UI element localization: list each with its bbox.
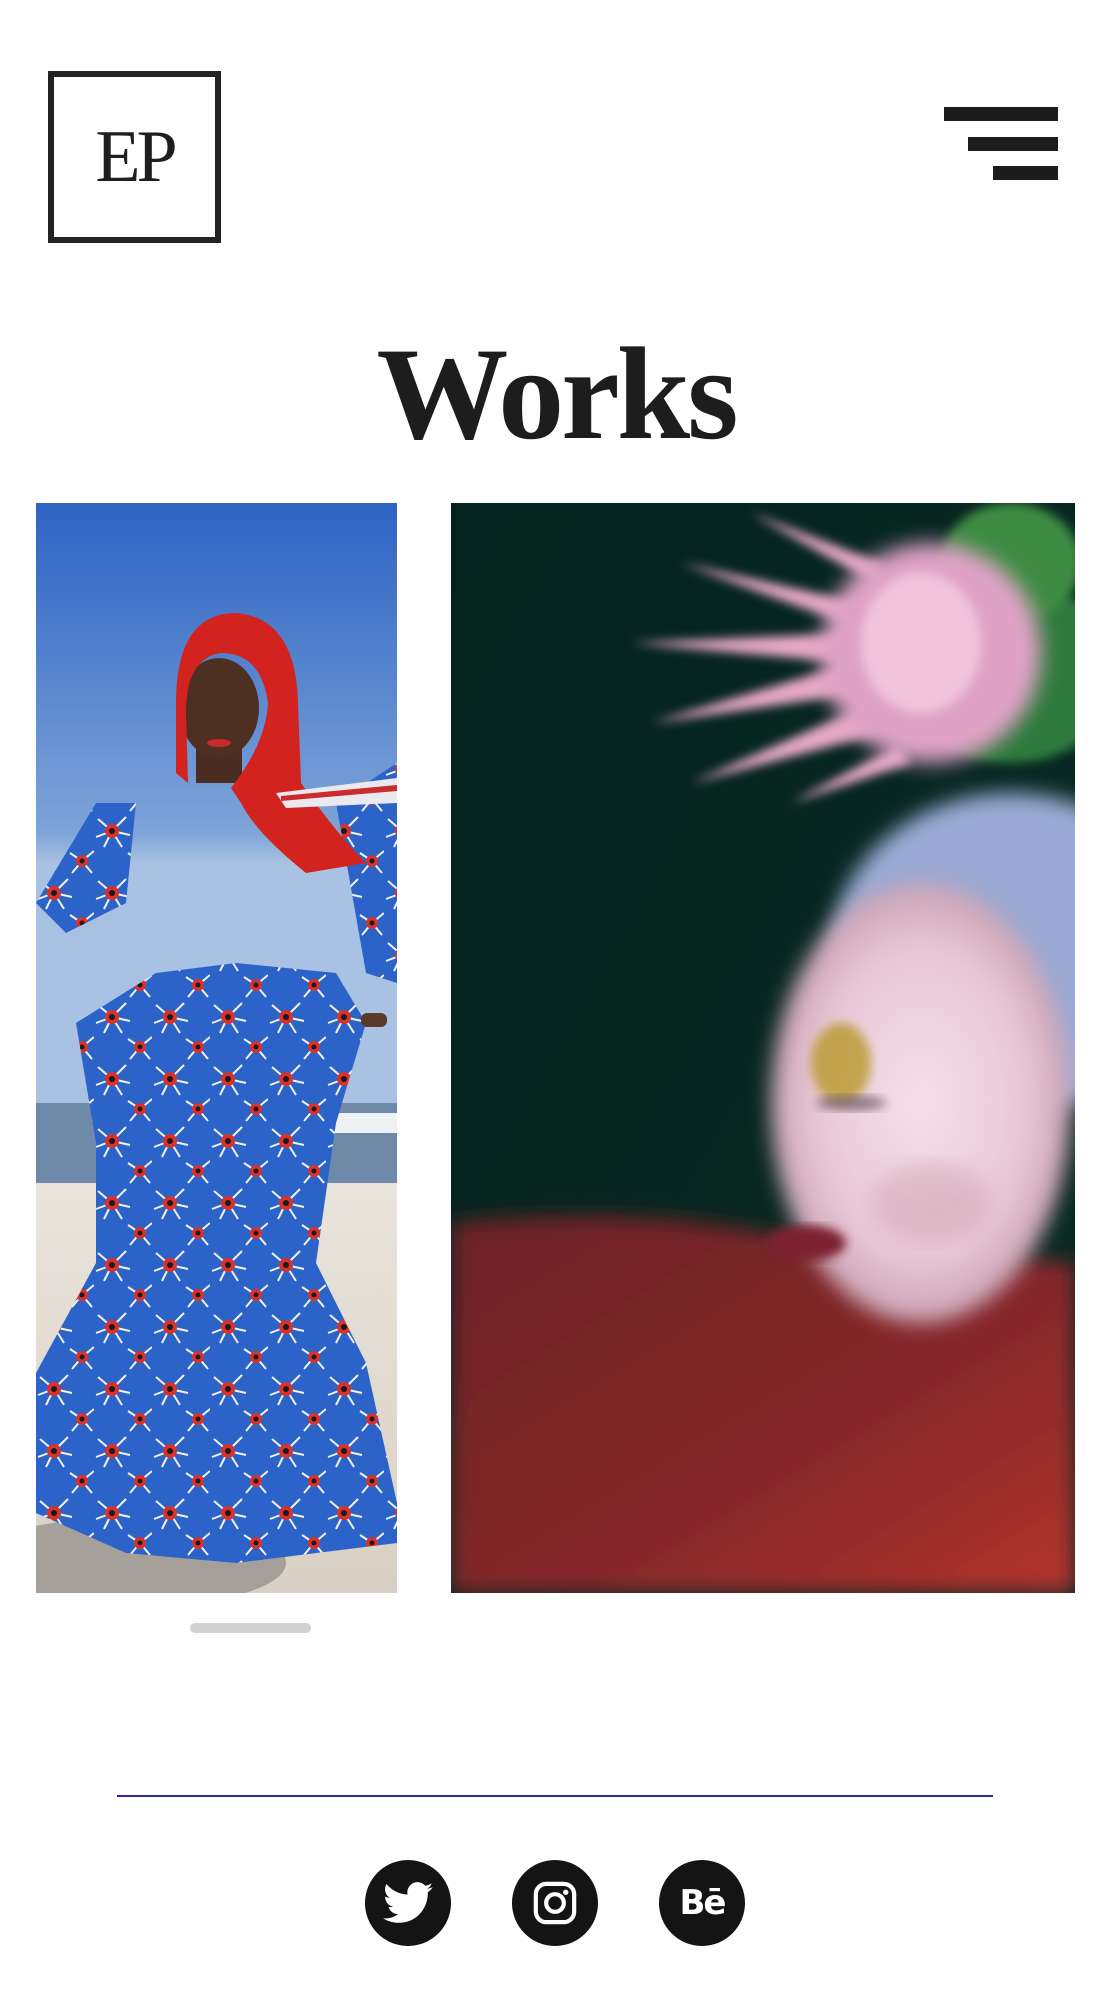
- work-image-flower-portrait[interactable]: [451, 503, 1075, 1593]
- hamburger-menu-icon[interactable]: [940, 103, 1058, 185]
- menu-bar: [993, 166, 1058, 180]
- twitter-icon: [383, 1882, 433, 1923]
- flower-portrait-photo: [451, 503, 1075, 1593]
- instagram-icon: [533, 1881, 577, 1925]
- work-image-fashion-beach[interactable]: [36, 503, 397, 1593]
- twitter-link[interactable]: [365, 1860, 451, 1946]
- slider-scrollbar[interactable]: [190, 1623, 311, 1633]
- instagram-link[interactable]: [512, 1860, 598, 1946]
- behance-link[interactable]: Bē: [659, 1860, 745, 1946]
- footer-divider: [117, 1795, 993, 1797]
- page-title: Works: [376, 320, 738, 467]
- logo[interactable]: EP: [48, 71, 221, 243]
- menu-bar: [944, 107, 1058, 121]
- logo-text: EP: [95, 116, 177, 198]
- fashion-beach-photo: [36, 503, 397, 1593]
- behance-icon: Bē: [679, 1883, 727, 1923]
- works-slider[interactable]: [0, 503, 1112, 1593]
- menu-bar: [968, 137, 1058, 151]
